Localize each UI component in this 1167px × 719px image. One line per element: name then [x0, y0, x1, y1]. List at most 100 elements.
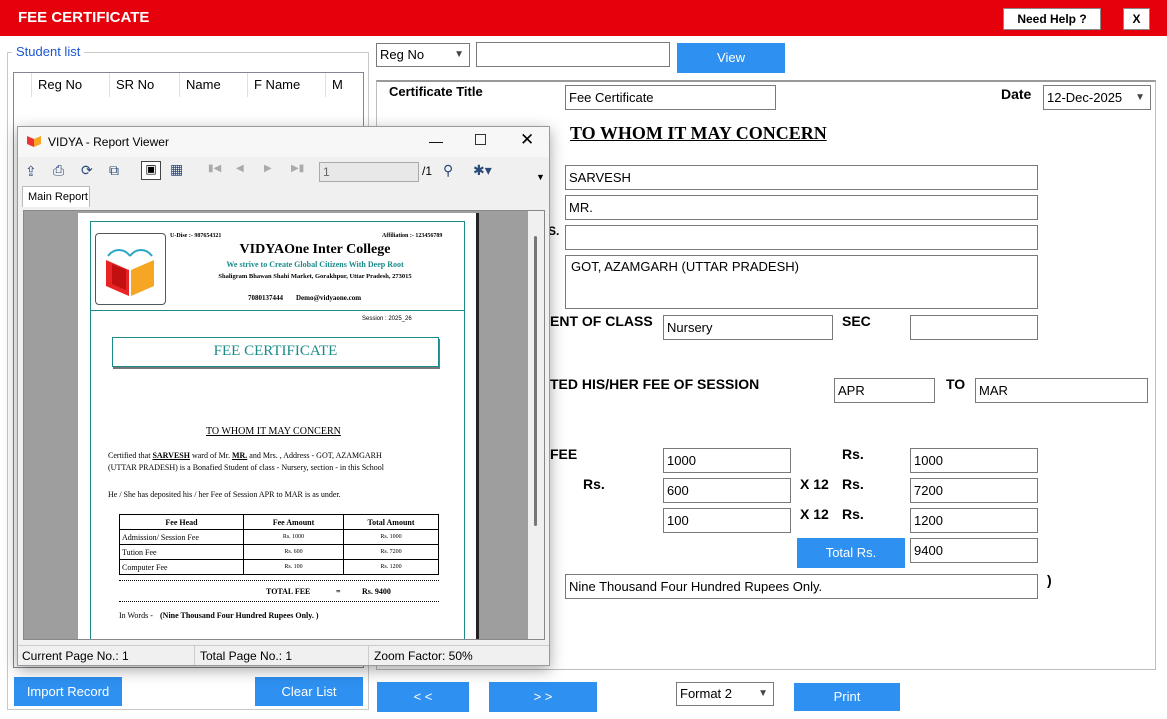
page-number-input[interactable]: 1	[319, 162, 419, 182]
certificate-title-field[interactable]: Fee Certificate	[565, 85, 776, 110]
first-page-icon[interactable]: ▮◀	[208, 163, 221, 174]
student-name-field[interactable]: SARVESH	[565, 165, 1038, 190]
column-name[interactable]: Name	[180, 73, 248, 97]
table-row: Admission/ Session Fee Rs. 1000 Rs. 1000	[119, 529, 439, 545]
school-logo	[95, 233, 166, 305]
chevron-down-icon: ▼	[758, 688, 768, 699]
total-fee-equals: =	[336, 587, 341, 596]
window-close-icon[interactable]: ✕	[520, 130, 534, 150]
session-to-field[interactable]: MAR	[975, 378, 1148, 403]
report-paragraph-1: Certified that SARVESH ward of Mr. MR. a…	[108, 450, 448, 474]
computer-fee-field[interactable]: 100	[663, 508, 791, 533]
session-label: TED HIS/HER FEE OF SESSION	[550, 376, 760, 392]
mother-name-field[interactable]	[565, 225, 1038, 250]
zoom-icon[interactable]: ✱▾	[473, 162, 492, 179]
table-cell: Rs. 7200	[343, 544, 439, 560]
search-input[interactable]	[476, 42, 670, 67]
school-motto: We strive to Create Global Citizens With…	[226, 260, 404, 269]
report-viewer-window: VIDYA - Report Viewer — ✕ ⇪ ⎙ ⟳ ⧉ ▣ ▦ ▮◀…	[17, 126, 550, 666]
multiplier-label: X 12	[800, 506, 829, 522]
grand-total-field[interactable]: 9400	[910, 538, 1038, 563]
close-button[interactable]: X	[1123, 8, 1150, 30]
admission-total-field[interactable]: 1000	[910, 448, 1038, 473]
total-rs-button[interactable]: Total Rs.	[797, 538, 905, 568]
column-f-name[interactable]: F Name	[248, 73, 326, 97]
para1-c: and Mrs. , Address - GOT, AZAMGARH	[249, 451, 382, 460]
table-cell: Tution Fee	[119, 544, 244, 560]
certificate-title-label: Certificate Title	[389, 84, 483, 99]
previous-button[interactable]: < <	[377, 682, 469, 712]
last-page-icon[interactable]: ▶▮	[291, 163, 304, 174]
page-total: /1	[422, 164, 433, 178]
fee-table-header: Fee Amount	[243, 514, 344, 530]
para1-b: ward of Mr.	[191, 451, 230, 460]
in-words-value: (Nine Thousand Four Hundred Rupees Only.…	[160, 611, 319, 620]
rs-label: Rs.	[842, 506, 864, 522]
print-button[interactable]: Print	[794, 683, 900, 711]
father-name-field[interactable]: MR.	[565, 195, 1038, 220]
session-text: Session : 2025_26	[362, 316, 412, 322]
to-label: TO	[946, 376, 966, 392]
report-canvas: U-Dise :- 987654321 Affiliation :- 12345…	[23, 210, 545, 640]
minimize-icon[interactable]: —	[429, 133, 443, 149]
toggle-panel-icon[interactable]: ▦	[170, 161, 183, 178]
para1-d: (UTTAR PRADESH) is a Bonafied Student of…	[108, 463, 384, 472]
rs-label: Rs.	[842, 476, 864, 492]
computer-total-field[interactable]: 1200	[910, 508, 1038, 533]
import-record-button[interactable]: Import Record	[14, 677, 122, 706]
clear-list-button[interactable]: Clear List	[255, 677, 363, 706]
app-title: FEE CERTIFICATE	[18, 9, 150, 26]
help-button[interactable]: Need Help ?	[1003, 8, 1101, 30]
view-button[interactable]: View	[677, 43, 785, 73]
class-field[interactable]: Nursery	[663, 315, 833, 340]
para1-a: Certified that	[108, 451, 151, 460]
session-from-field[interactable]: APR	[834, 378, 935, 403]
fee-table-header: Total Amount	[343, 514, 439, 530]
toolbar-overflow-icon[interactable]: ▼	[536, 172, 545, 182]
sec-label: SEC	[842, 313, 871, 329]
tab-main-report[interactable]: Main Report	[22, 186, 90, 207]
report-title: FEE CERTIFICATE	[112, 337, 439, 367]
format-select[interactable]: Format 2 ▼	[676, 682, 774, 706]
export-icon[interactable]: ⇪	[25, 163, 37, 180]
format-value: Format 2	[680, 686, 733, 701]
search-icon[interactable]: ⚲	[443, 162, 453, 179]
prev-page-icon[interactable]: ◀	[236, 163, 244, 174]
vertical-scrollbar[interactable]	[528, 211, 544, 639]
chevron-down-icon: ▼	[1135, 92, 1145, 103]
refresh-icon[interactable]: ⟳	[81, 162, 93, 179]
column-reg-no[interactable]: Reg No	[32, 73, 110, 97]
group-tree-icon[interactable]: ▣	[141, 161, 161, 180]
vidya-logo-icon	[26, 134, 42, 148]
table-cell: Rs. 100	[243, 559, 344, 575]
date-value: 12-Dec-2025	[1047, 90, 1123, 105]
school-address: Shaligram Bhawan Shahi Market, Gorakhpur…	[218, 273, 412, 280]
udise-code: U-Dise :- 987654321	[170, 233, 222, 239]
amount-in-words-field[interactable]: Nine Thousand Four Hundred Rupees Only.	[565, 574, 1038, 599]
date-picker[interactable]: 12-Dec-2025 ▼	[1043, 85, 1151, 110]
address-field[interactable]: GOT, AZAMGARH (UTTAR PRADESH)	[565, 255, 1038, 309]
table-row: Tution Fee Rs. 600 Rs. 7200	[119, 544, 439, 560]
tuition-fee-field[interactable]: 600	[663, 478, 791, 503]
search-filter-select[interactable]: Reg No ▼	[376, 43, 470, 67]
school-name: VIDYAOne Inter College	[239, 242, 391, 257]
search-filter-value: Reg No	[380, 47, 425, 62]
column-sr-no[interactable]: SR No	[110, 73, 180, 97]
fee-table: Fee Head Fee Amount Total Amount Admissi…	[119, 514, 439, 575]
copy-icon[interactable]: ⧉	[109, 162, 119, 179]
tuition-total-field[interactable]: 7200	[910, 478, 1038, 503]
maximize-icon[interactable]	[475, 134, 486, 145]
section-field[interactable]	[910, 315, 1038, 340]
class-label: ENT OF CLASS	[550, 313, 653, 329]
chevron-down-icon: ▼	[454, 49, 464, 60]
school-phone: 7080137444	[248, 294, 283, 302]
column-m-name[interactable]: M Nar	[326, 73, 363, 97]
print-icon[interactable]: ⎙	[53, 162, 64, 179]
admission-fee-field[interactable]: 1000	[663, 448, 791, 473]
next-button[interactable]: > >	[489, 682, 597, 712]
next-page-icon[interactable]: ▶	[264, 163, 272, 174]
scroll-thumb[interactable]	[534, 236, 537, 526]
divider	[119, 601, 439, 602]
row-header-column	[14, 73, 32, 97]
status-divider	[368, 646, 369, 665]
